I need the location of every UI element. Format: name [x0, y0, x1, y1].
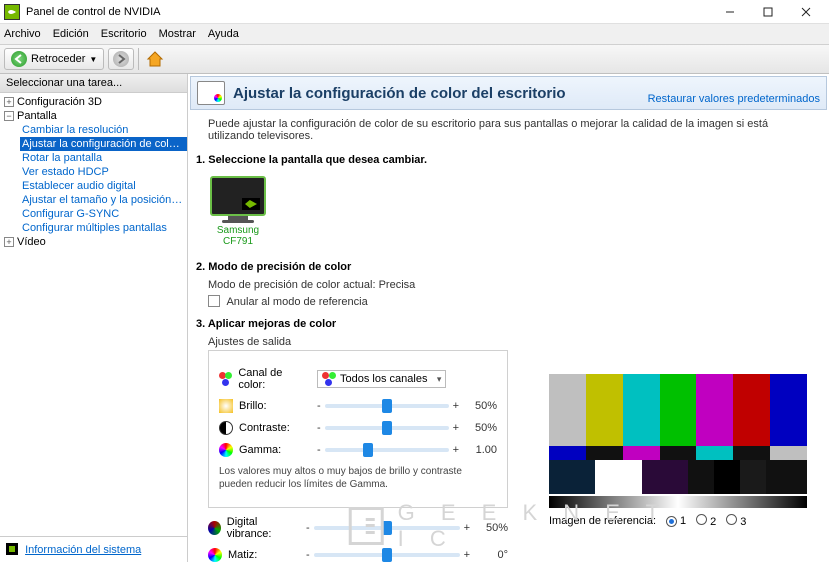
section3-subtitle: Ajustes de salida: [188, 332, 829, 348]
nav-adjust-size-position[interactable]: Ajustar el tamaño y la posición del escr…: [20, 193, 187, 207]
system-info-link[interactable]: Información del sistema: [25, 544, 141, 556]
section2-title: 2. Modo de precisión de color: [188, 255, 829, 275]
color-precision-status: Modo de precisión de color actual: Preci…: [208, 279, 809, 291]
display-color-icon: [197, 81, 225, 105]
tree-category-3d[interactable]: +Configuración 3D: [0, 95, 187, 109]
forward-arrow-icon: [113, 51, 129, 67]
brightness-slider[interactable]: [325, 404, 449, 408]
content-pane: Ajustar la configuración de color del es…: [188, 74, 829, 562]
brightness-value: 50%: [463, 400, 497, 412]
hue-icon: [208, 548, 222, 562]
minimize-button[interactable]: [711, 1, 749, 23]
page-title: Ajustar la configuración de color del es…: [233, 85, 640, 102]
nav-change-resolution[interactable]: Cambiar la resolución: [20, 123, 187, 137]
color-bars-preview: [549, 374, 807, 494]
reference-image-label: Imagen de referencia:: [549, 515, 656, 527]
nav-rotate-display[interactable]: Rotar la pantalla: [20, 151, 187, 165]
nvidia-logo-icon: [242, 198, 260, 210]
nav-adjust-color[interactable]: Ajustar la configuración de color del es…: [20, 137, 187, 151]
monitor-thumbnail[interactable]: Samsung CF791: [208, 176, 268, 247]
menu-help[interactable]: Ayuda: [208, 28, 239, 40]
contrast-value: 50%: [463, 422, 497, 434]
gamma-note: Los valores muy altos o muy bajos de bri…: [219, 465, 497, 491]
brightness-icon: [219, 399, 233, 413]
section3-title: 3. Aplicar mejoras de color: [188, 312, 829, 332]
menu-bar: Archivo Edición Escritorio Mostrar Ayuda: [0, 24, 829, 44]
ref-radio-2[interactable]: 2: [696, 514, 716, 528]
back-label: Retroceder: [31, 53, 85, 65]
tree-category-video[interactable]: +Vídeo: [0, 235, 187, 249]
forward-button[interactable]: [108, 48, 134, 70]
toolbar: Retroceder ▼: [0, 44, 829, 74]
nvidia-app-icon: [4, 4, 20, 20]
contrast-slider[interactable]: [325, 426, 449, 430]
sidebar-header: Seleccionar una tarea...: [0, 74, 187, 93]
toolbar-separator: [138, 48, 139, 70]
back-button[interactable]: Retroceder ▼: [4, 48, 104, 70]
page-header: Ajustar la configuración de color del es…: [190, 76, 827, 110]
menu-edit[interactable]: Edición: [53, 28, 89, 40]
ref-radio-3[interactable]: 3: [726, 514, 746, 528]
home-button[interactable]: [143, 48, 167, 70]
ref-radio-1[interactable]: 1: [666, 515, 686, 527]
gamma-value: 1.00: [463, 444, 497, 456]
gamma-icon: [219, 443, 233, 457]
hue-value: 0°: [474, 549, 508, 561]
back-arrow-icon: [11, 51, 27, 67]
page-description: Puede ajustar la configuración de color …: [188, 112, 829, 148]
menu-desktop[interactable]: Escritorio: [101, 28, 147, 40]
nvidia-chip-icon: [6, 543, 18, 555]
dropdown-icon: ▼: [89, 55, 97, 64]
menu-show[interactable]: Mostrar: [159, 28, 196, 40]
hue-slider[interactable]: [314, 553, 460, 557]
nav-gsync[interactable]: Configurar G-SYNC: [20, 207, 187, 221]
tree-category-display[interactable]: −Pantalla: [0, 109, 187, 123]
channel-icon: [219, 372, 232, 386]
nav-hdcp-status[interactable]: Ver estado HDCP: [20, 165, 187, 179]
title-bar: Panel de control de NVIDIA: [0, 0, 829, 24]
vibrance-value: 50%: [474, 522, 508, 534]
contrast-icon: [219, 421, 233, 435]
override-reference-checkbox[interactable]: [208, 295, 220, 307]
nav-multi-display[interactable]: Configurar múltiples pantallas: [20, 221, 187, 235]
monitor-name: Samsung CF791: [208, 225, 268, 247]
gradient-preview: [549, 496, 807, 508]
output-adjust-panel: Canal de color: Todos los canales Brillo…: [208, 350, 508, 508]
menu-file[interactable]: Archivo: [4, 28, 41, 40]
section1-title: 1. Seleccione la pantalla que desea camb…: [188, 148, 829, 168]
nav-digital-audio[interactable]: Establecer audio digital: [20, 179, 187, 193]
vibrance-icon: [208, 521, 221, 535]
window-title: Panel de control de NVIDIA: [26, 6, 711, 18]
gamma-slider[interactable]: [325, 448, 449, 452]
close-button[interactable]: [787, 1, 825, 23]
color-channel-select[interactable]: Todos los canales: [317, 370, 446, 388]
restore-defaults-link[interactable]: Restaurar valores predeterminados: [648, 93, 820, 105]
maximize-button[interactable]: [749, 1, 787, 23]
override-reference-label: Anular al modo de referencia: [226, 296, 367, 308]
vibrance-slider[interactable]: [314, 526, 460, 530]
task-sidebar: Seleccionar una tarea... +Configuración …: [0, 74, 188, 562]
